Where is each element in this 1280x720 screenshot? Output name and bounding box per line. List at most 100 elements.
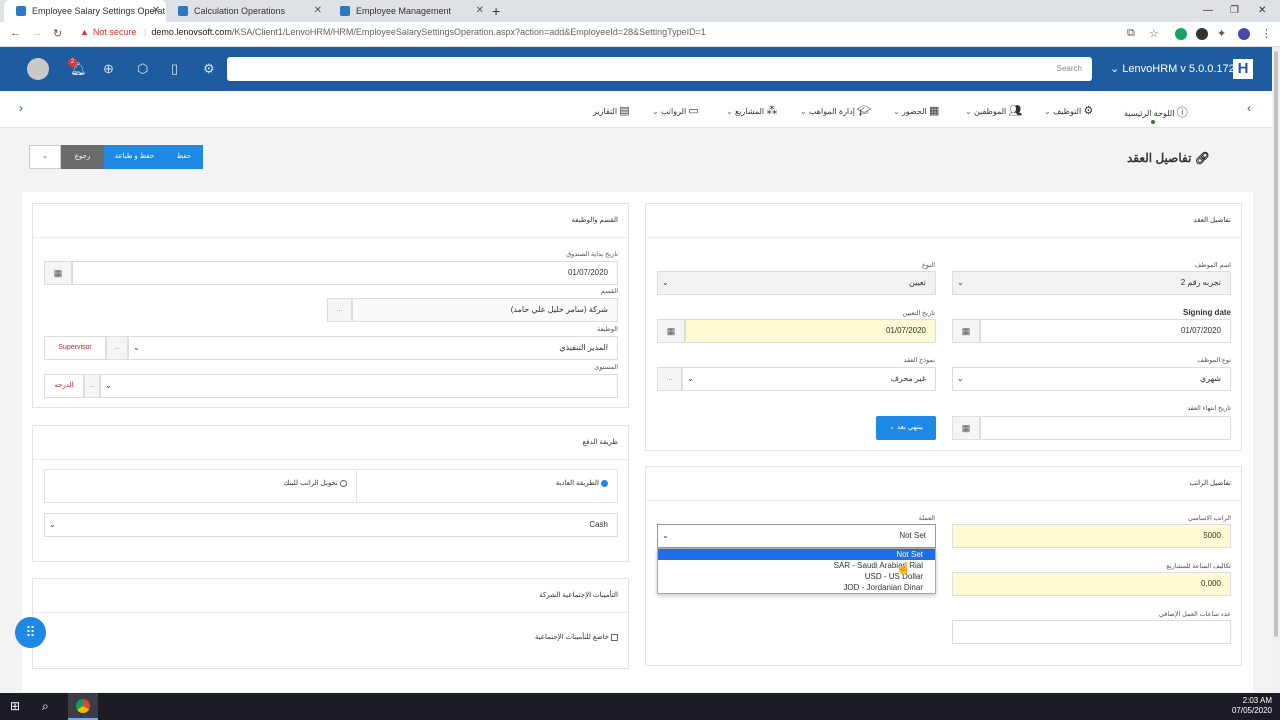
- job-supervisor-tag[interactable]: Supervisor: [44, 336, 106, 360]
- browser-tab-employee-management[interactable]: Employee Management ✕: [328, 0, 490, 22]
- apps-grid-button[interactable]: ⠿: [15, 617, 46, 648]
- taskbar-chrome-button[interactable]: [68, 693, 98, 720]
- employee-name-select[interactable]: ⌄ تجربه رقم 2: [952, 271, 1231, 295]
- close-tab-icon[interactable]: ✕: [152, 0, 160, 22]
- fund-date-field[interactable]: 01/07/2020: [72, 261, 618, 285]
- version-menu[interactable]: ⌄ LenvoHRM v 5.0.0.172: [1110, 62, 1235, 75]
- currency-option-sar[interactable]: SAR - Saudi Arabian Rial: [658, 560, 935, 571]
- info-icon: ⓘ: [1176, 107, 1188, 119]
- back-arrow-icon[interactable]: ←: [10, 27, 21, 39]
- users-icon: 👥︎: [1008, 105, 1023, 117]
- menu-item-attendance[interactable]: ⌄ الحضور ▦: [889, 104, 939, 117]
- extension-icon[interactable]: [1175, 28, 1187, 40]
- extension-icon[interactable]: [1196, 28, 1208, 40]
- calendar-icon: ▦: [928, 105, 940, 117]
- favicon-icon: [178, 6, 188, 16]
- avatar[interactable]: [27, 58, 49, 80]
- taskbar-search-icon[interactable]: ⌕: [42, 699, 49, 714]
- chrome-icon: [76, 699, 90, 713]
- menu-item-talent[interactable]: ⌄ إدارة المواهب 🎓︎: [796, 104, 871, 117]
- level-select[interactable]: ⌄: [100, 374, 618, 398]
- star-icon[interactable]: ☆: [1149, 27, 1159, 40]
- menu-item-recruitment[interactable]: ⌄ التوظيف ⚙: [1040, 104, 1093, 117]
- payment-normal-radio[interactable]: الطريقة العادية: [556, 479, 608, 487]
- browser-tab-calculation[interactable]: Calculation Operations ✕: [166, 0, 328, 22]
- favicon-icon: [340, 6, 350, 16]
- department-field[interactable]: شركة (سامر خليل علي حامد): [352, 298, 618, 322]
- url-field[interactable]: ▲ Not secure | demo.lenovsoft.com/KSA/Clie…: [80, 27, 706, 37]
- menu-item-reports[interactable]: التقارير ▤: [593, 104, 630, 117]
- restore-icon[interactable]: ❐: [1230, 0, 1239, 22]
- level-grade-tag[interactable]: الدرجه: [44, 374, 84, 398]
- window-close-icon[interactable]: ✕: [1258, 0, 1266, 22]
- browser-tab-salary-settings[interactable]: Employee Salary Settings Operat ✕: [4, 0, 166, 22]
- menu-item-payroll[interactable]: ⌄ الرواتب ▭: [648, 104, 699, 117]
- warning-icon: ▲: [80, 27, 89, 37]
- ends-after-button[interactable]: ⌄ ينتهي بعد: [876, 416, 936, 440]
- overtime-hours-field[interactable]: [952, 620, 1231, 644]
- menu-item-dashboard[interactable]: اللوحة الرئيسية ⓘ: [1124, 104, 1188, 120]
- payment-method-select[interactable]: ⌄ Cash: [44, 513, 618, 537]
- job-select[interactable]: ⌄ المدير التنفيذي: [128, 336, 618, 360]
- globe-icon[interactable]: ⊕: [103, 61, 114, 77]
- menu-item-employees[interactable]: ⌄ الموظفين 👥︎: [961, 104, 1022, 117]
- new-tab-icon[interactable]: +: [492, 0, 500, 22]
- signing-date-calendar-icon[interactable]: ▦: [952, 319, 980, 343]
- department-more-button[interactable]: ...: [327, 298, 352, 322]
- menu-collapse-icon[interactable]: ‹: [1247, 101, 1251, 115]
- page-title: تفاصيل العقد 🔗︎: [1126, 151, 1210, 165]
- fund-date-calendar-icon[interactable]: ▦: [44, 261, 72, 285]
- end-date-calendar-icon[interactable]: ▦: [952, 416, 980, 440]
- forward-arrow-icon[interactable]: →: [32, 27, 43, 39]
- minimize-icon[interactable]: —: [1203, 0, 1213, 22]
- file-icon[interactable]: ▯: [171, 61, 178, 77]
- payment-method-card: طريقة الدفع الطريقة العادية تحويل الراتب…: [32, 425, 629, 562]
- more-options-button[interactable]: ⌄: [29, 145, 61, 169]
- contract-model-more-button[interactable]: ...: [657, 367, 682, 391]
- back-button[interactable]: رجوع: [61, 145, 104, 169]
- app-logo: H: [1233, 59, 1253, 79]
- windows-start-icon[interactable]: ⊞: [10, 699, 20, 713]
- employee-type-select[interactable]: ⌄ شهري: [952, 367, 1231, 391]
- signing-date-field[interactable]: 01/07/2020: [980, 319, 1231, 343]
- settings-gear-icon[interactable]: ⚙: [203, 61, 215, 77]
- hour-cost-field[interactable]: 0.000: [952, 572, 1231, 596]
- mouse-cursor-icon: ☝: [896, 561, 911, 575]
- kebab-menu-icon[interactable]: ⋮: [1261, 27, 1272, 40]
- currency-option-usd[interactable]: USD - US Dollar: [658, 571, 935, 582]
- cube-icon[interactable]: ⬡: [137, 61, 148, 77]
- currency-select[interactable]: ⌄ Not Set: [657, 524, 936, 548]
- hiring-date-calendar-icon[interactable]: ▦: [657, 319, 685, 343]
- app-header: 🔔︎ 2 ⊕ ⬡ ▯ ⚙ Search ⌄ LenvoHRM v 5.0.0.1…: [0, 47, 1272, 91]
- close-tab-icon[interactable]: ✕: [314, 0, 322, 22]
- social-insurance-checkbox[interactable]: خاضع للتأمينات الإجتماعية: [535, 633, 618, 641]
- search-input[interactable]: Search: [227, 57, 1092, 81]
- translate-icon[interactable]: ⧉: [1127, 27, 1135, 40]
- page-scrollbar[interactable]: [1272, 47, 1280, 693]
- favicon-icon: [16, 6, 26, 16]
- end-date-field[interactable]: [980, 416, 1231, 440]
- link-icon: 🔗︎: [1194, 151, 1210, 165]
- profile-icon[interactable]: [1238, 28, 1250, 40]
- basic-salary-field[interactable]: 5000: [952, 524, 1231, 548]
- contract-details-card: تفاصيل العقد اسم الموظف ⌄ تجربه رقم 2 الن…: [645, 203, 1242, 451]
- contract-model-select[interactable]: ⌄ غير محرف: [682, 367, 936, 391]
- close-tab-icon[interactable]: ✕: [476, 0, 484, 22]
- job-more-button[interactable]: ...: [106, 336, 128, 360]
- menu-item-projects[interactable]: ⌄ المشاريع ⁂: [722, 104, 777, 117]
- hiring-date-field[interactable]: 01/07/2020: [685, 319, 936, 343]
- menu-expand-icon[interactable]: ›: [19, 101, 23, 115]
- save-button[interactable]: حفظ: [165, 145, 203, 169]
- taskbar-clock[interactable]: 2:03 AM 07/05/2020: [1232, 696, 1272, 716]
- level-more-button[interactable]: ...: [84, 374, 100, 398]
- browser-tab-bar: Employee Salary Settings Operat ✕ Calcul…: [0, 0, 1280, 22]
- currency-option-jod[interactable]: JOD - Jordanian Dinar: [658, 582, 935, 593]
- puzzle-icon[interactable]: ✦: [1217, 27, 1226, 40]
- type-select[interactable]: ⌄ تعيين: [657, 271, 936, 295]
- department-job-card: القسم والوظيفة تاريخ بداية الصندوق ▦ 01/…: [32, 203, 629, 408]
- save-print-button[interactable]: حفظ و طباعة: [104, 145, 165, 169]
- reload-icon[interactable]: ↻: [53, 27, 62, 40]
- main-menu: › ‹ اللوحة الرئيسية ⓘ ⌄ التوظيف ⚙ ⌄ المو…: [0, 91, 1272, 128]
- currency-option-not-set[interactable]: Not Set: [658, 549, 935, 560]
- payment-bank-radio[interactable]: تحويل الراتب للبنك: [283, 479, 347, 487]
